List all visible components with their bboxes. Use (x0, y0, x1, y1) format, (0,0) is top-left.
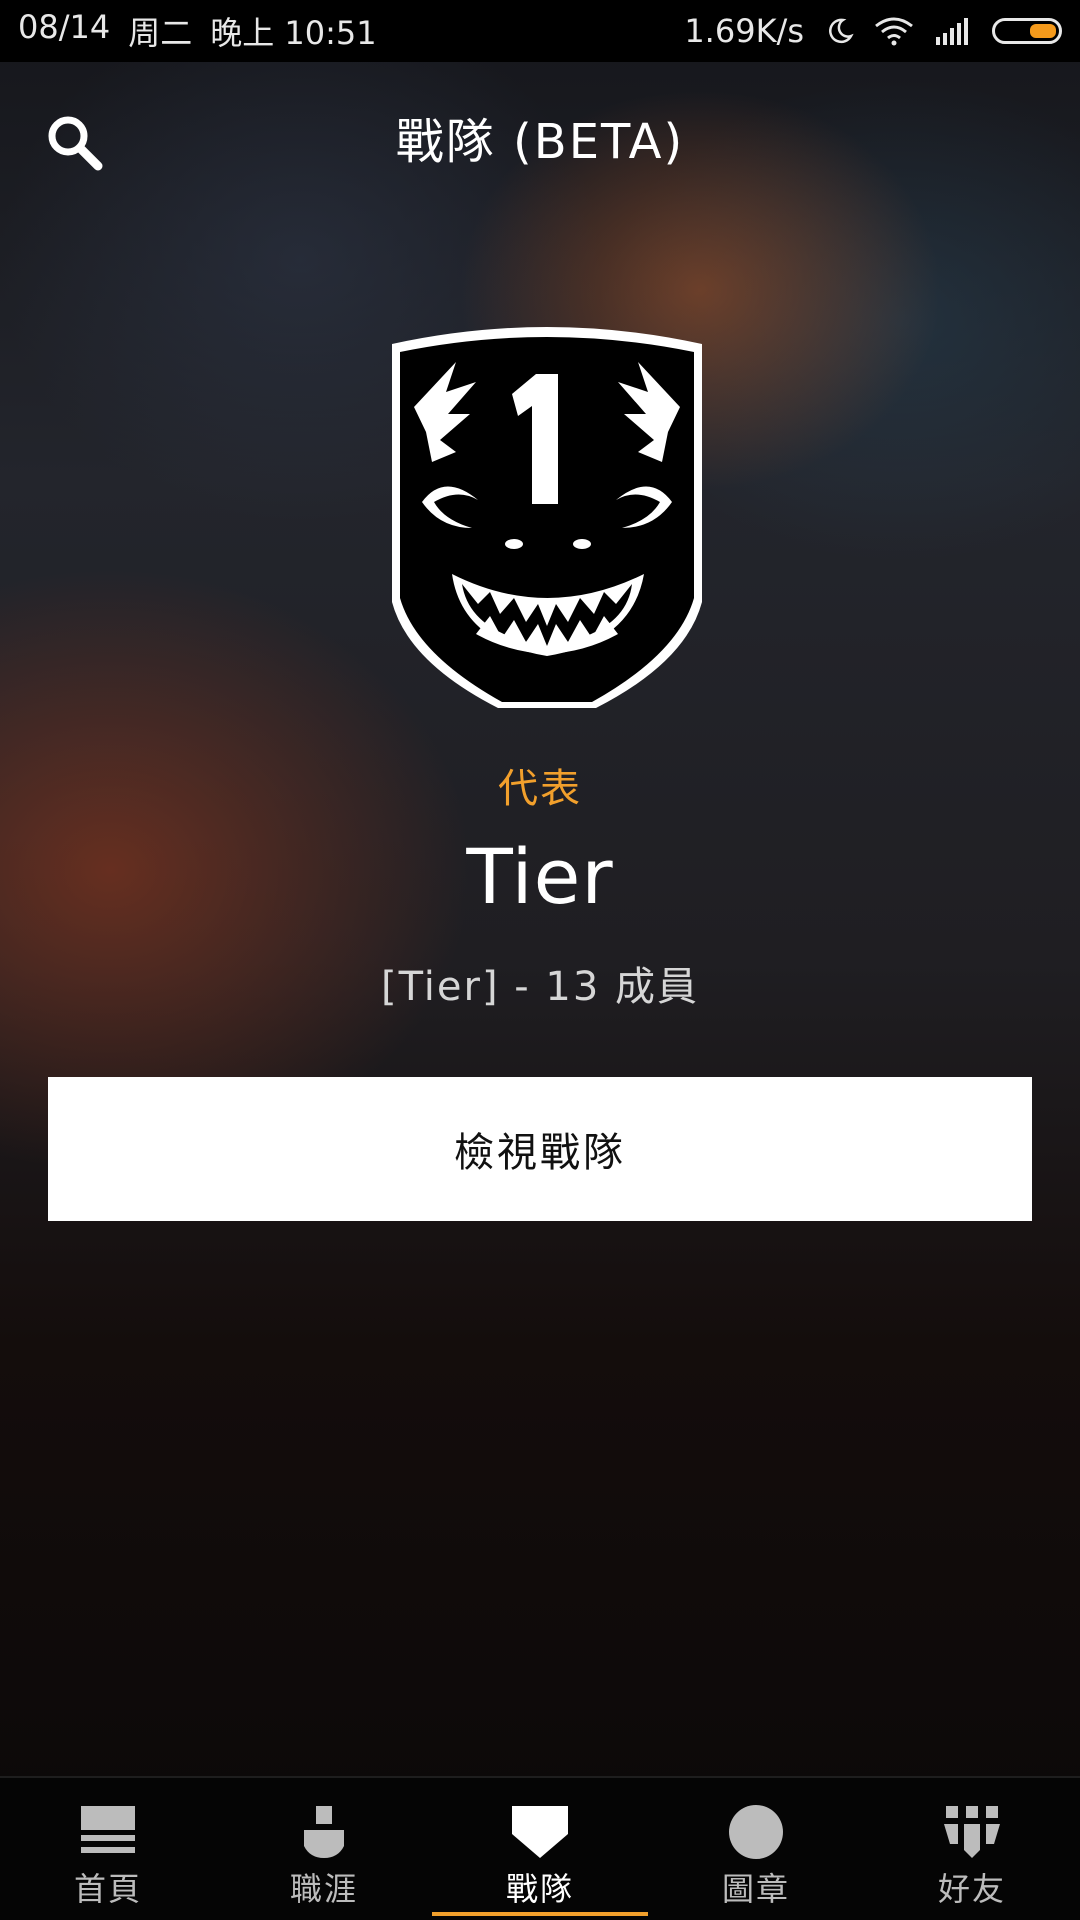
moon-icon (829, 18, 854, 44)
signal-icon (936, 18, 968, 45)
home-icon (81, 1806, 135, 1853)
status-time: 晚上 10:51 (210, 14, 377, 52)
platoon-shield-icon (512, 1806, 568, 1858)
platoon-emblem (392, 327, 702, 708)
nav-item-career[interactable]: 職涯 (216, 1778, 432, 1920)
platoon-info: [Tier] - 13 成員 (380, 964, 700, 1010)
nav-label-home: 首頁 (73, 1870, 142, 1908)
platoon-name: Tier (466, 832, 614, 921)
nav-item-home[interactable]: 首頁 (0, 1778, 216, 1920)
network-speed: 1.69K/s (684, 12, 804, 50)
nav-label-friends: 好友 (937, 1870, 1006, 1908)
view-platoon-button[interactable]: 檢視戰隊 (48, 1077, 1032, 1221)
emblem-circle-icon (729, 1805, 783, 1859)
bottom-nav: 首頁 職涯 戰隊 圖章 好友 (0, 1776, 1080, 1920)
nav-active-indicator (432, 1912, 648, 1916)
page-title: 戰隊 (BETA) (395, 114, 685, 170)
nav-item-friends[interactable]: 好友 (864, 1778, 1080, 1920)
nav-label-platoons: 戰隊 (505, 1870, 574, 1908)
header: 戰隊 (BETA) (0, 62, 1080, 202)
platoon-role: 代表 (498, 766, 582, 812)
career-icon (304, 1806, 344, 1858)
nav-label-emblems: 圖章 (721, 1870, 790, 1908)
battery-icon (992, 18, 1062, 44)
nav-label-career: 職涯 (289, 1870, 358, 1908)
status-date: 08/14 (18, 8, 111, 46)
status-right: 1.69K/s (684, 12, 1062, 50)
friends-icon (944, 1806, 1000, 1858)
status-bar: 08/14 周二 晚上 10:51 1.69K/s (0, 0, 1080, 62)
battery-level (1030, 24, 1056, 38)
wifi-icon (875, 17, 913, 46)
nav-item-emblems[interactable]: 圖章 (648, 1778, 864, 1920)
nav-item-platoons[interactable]: 戰隊 (432, 1778, 648, 1920)
status-left: 08/14 周二 晚上 10:51 (18, 8, 377, 54)
status-weekday: 周二 (128, 14, 193, 52)
